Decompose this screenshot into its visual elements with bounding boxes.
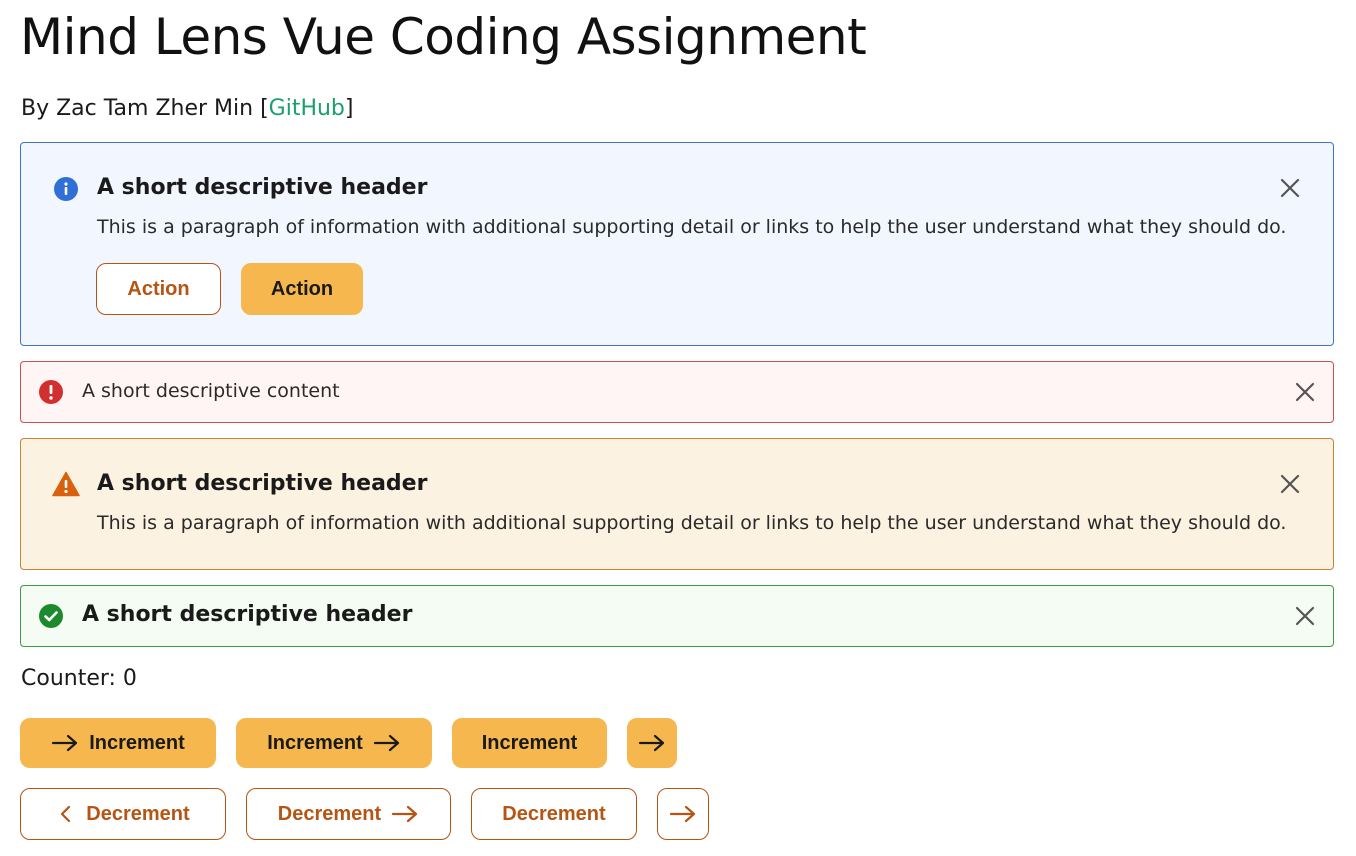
info-alert-title: A short descriptive header bbox=[97, 175, 428, 200]
error-icon bbox=[38, 379, 64, 405]
increment-button-leading-icon[interactable]: Increment bbox=[20, 718, 216, 768]
close-icon[interactable] bbox=[1294, 381, 1316, 403]
button-label: Action bbox=[127, 277, 190, 300]
error-alert-content: A short descriptive content bbox=[82, 380, 340, 402]
byline-close-bracket: ] bbox=[344, 96, 354, 121]
info-alert: A short descriptive header This is a par… bbox=[20, 142, 1334, 346]
increment-button-trailing-icon[interactable]: Increment bbox=[236, 718, 432, 768]
info-alert-body: This is a paragraph of information with … bbox=[97, 216, 1287, 238]
warning-alert-body: This is a paragraph of information with … bbox=[97, 512, 1287, 534]
chevron-left-icon bbox=[56, 804, 76, 824]
byline: By Zac Tam Zher Min [GitHub] bbox=[21, 96, 354, 121]
decrement-icon-button[interactable] bbox=[657, 788, 709, 840]
github-link[interactable]: GitHub bbox=[269, 96, 345, 121]
button-label: Decrement bbox=[86, 802, 190, 825]
page-title: Mind Lens Vue Coding Assignment bbox=[20, 8, 867, 66]
button-label: Increment bbox=[481, 731, 578, 754]
decrement-button[interactable]: Decrement bbox=[471, 788, 637, 840]
success-alert: A short descriptive header bbox=[20, 585, 1334, 647]
byline-text: By Zac Tam Zher Min [ bbox=[21, 96, 269, 121]
close-icon[interactable] bbox=[1279, 473, 1301, 495]
button-label: Decrement bbox=[502, 802, 606, 825]
arrow-right-icon bbox=[51, 733, 79, 753]
button-label: Action bbox=[270, 277, 334, 300]
button-label: Increment bbox=[89, 731, 185, 754]
info-primary-action-button[interactable]: Action bbox=[241, 263, 363, 315]
button-label: Increment bbox=[267, 731, 363, 754]
check-circle-icon bbox=[38, 603, 64, 629]
increment-icon-button[interactable] bbox=[627, 718, 677, 768]
success-alert-title: A short descriptive header bbox=[82, 602, 413, 627]
info-icon bbox=[53, 176, 79, 202]
arrow-right-icon bbox=[391, 804, 419, 824]
arrow-right-icon bbox=[638, 733, 666, 753]
decrement-button-leading-icon[interactable]: Decrement bbox=[20, 788, 226, 840]
arrow-right-icon bbox=[373, 733, 401, 753]
close-icon[interactable] bbox=[1294, 605, 1316, 627]
button-label: Decrement bbox=[277, 802, 382, 825]
close-icon[interactable] bbox=[1279, 177, 1301, 199]
decrement-button-trailing-icon[interactable]: Decrement bbox=[246, 788, 451, 840]
warning-alert-title: A short descriptive header bbox=[97, 471, 428, 496]
increment-button[interactable]: Increment bbox=[452, 718, 607, 768]
info-secondary-action-button[interactable]: Action bbox=[96, 263, 221, 315]
warning-icon bbox=[52, 471, 80, 497]
counter-label: Counter: 0 bbox=[21, 666, 137, 691]
warning-alert: A short descriptive header This is a par… bbox=[20, 438, 1334, 570]
error-alert: A short descriptive content bbox=[20, 361, 1334, 423]
arrow-right-icon bbox=[669, 804, 697, 824]
